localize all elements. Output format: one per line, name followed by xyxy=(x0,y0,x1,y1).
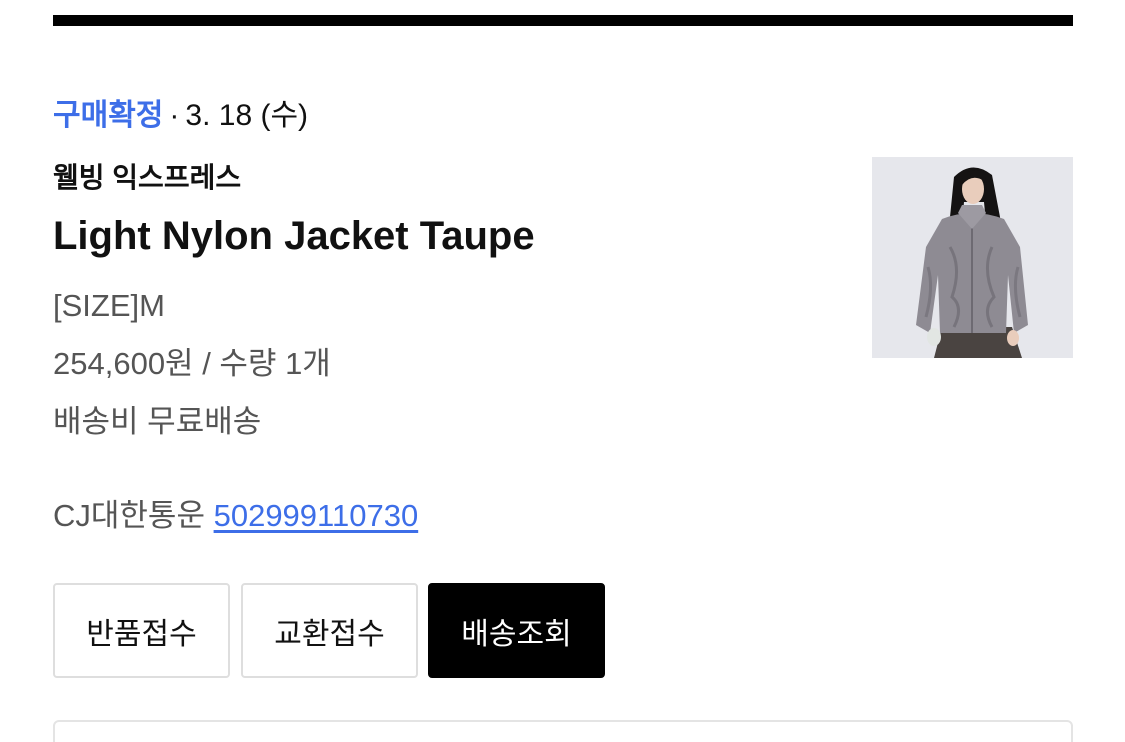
order-date: 3. 18 (수) xyxy=(185,99,309,132)
exchange-request-button[interactable]: 교환접수 xyxy=(241,583,418,678)
price-quantity: 254,600원 / 수량 1개 xyxy=(53,346,331,381)
next-section-panel xyxy=(53,720,1073,742)
status-separator: · xyxy=(169,99,180,132)
order-status-line: 구매확정 · 3. 18 (수) xyxy=(53,96,308,136)
product-name[interactable]: Light Nylon Jacket Taupe xyxy=(53,210,535,262)
product-thumbnail[interactable] xyxy=(872,157,1073,358)
section-divider xyxy=(53,15,1073,26)
brand-name[interactable]: 웰빙 익스프레스 xyxy=(53,160,241,196)
tracking-number-link[interactable]: 502999110730 xyxy=(214,498,419,533)
shipment-carrier-line: CJ대한통운 502999110730 xyxy=(53,496,418,536)
shipping-fee: 배송비 무료배송 xyxy=(53,404,262,439)
return-request-button[interactable]: 반품접수 xyxy=(53,583,230,678)
carrier-name: CJ대한통운 xyxy=(53,498,205,533)
track-delivery-button[interactable]: 배송조회 xyxy=(428,583,605,678)
product-option: [SIZE]M xyxy=(53,288,165,323)
order-status-label: 구매확정 xyxy=(53,99,164,132)
product-photo-jacket xyxy=(872,157,1073,358)
